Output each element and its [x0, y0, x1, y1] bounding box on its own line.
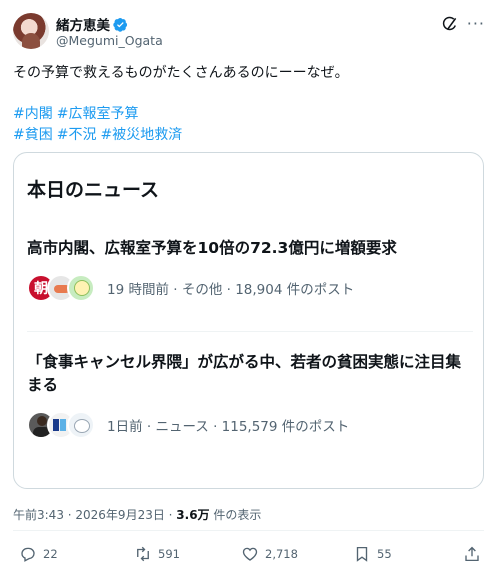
repost-count: 591 — [158, 547, 180, 561]
tweet-timestamp: 午前3:43 · 2026年9月23日 · 3.6万 件の表示 — [13, 506, 261, 523]
grok-icon[interactable] — [441, 15, 459, 33]
hashtag-link[interactable]: #被災地救済 — [100, 127, 182, 143]
hashtag-link[interactable]: #内閣 — [13, 106, 53, 122]
reply-button[interactable]: 22 — [19, 545, 58, 563]
hashtag-link[interactable]: #貧困 — [13, 127, 53, 143]
author-handle[interactable]: @Megumi_Ogata — [56, 33, 163, 48]
news-card-title: 本日のニュース — [27, 179, 160, 201]
share-button[interactable] — [463, 545, 481, 563]
like-button[interactable]: 2,718 — [241, 545, 298, 563]
like-count: 2,718 — [265, 547, 298, 561]
news-divider — [27, 331, 473, 332]
news-item[interactable]: 高市内閣、広報室予算を10倍の72.3億円に増額要求 朝 19 時間前 · その… — [27, 237, 473, 302]
source-avatar — [67, 411, 95, 439]
hashtag-list: #内閣 #広報室予算 #貧困 #不況 #被災地救済 — [13, 104, 483, 146]
repost-button[interactable]: 591 — [134, 545, 180, 563]
news-meta: 1日前 · ニュース · 115,579 件のポスト — [27, 411, 473, 439]
news-meta-text: 1日前 · ニュース · 115,579 件のポスト — [107, 419, 350, 435]
header-actions: ··· — [441, 15, 485, 33]
tweet-actions: 22 591 2,718 55 — [13, 545, 484, 565]
more-options-icon[interactable]: ··· — [467, 15, 485, 33]
verified-badge-icon — [113, 17, 128, 32]
reply-icon — [21, 547, 35, 562]
view-count: 3.6万 — [176, 508, 210, 522]
news-item[interactable]: 「食事キャンセル界隈」が広がる中、若者の貧困実態に注目集まる 1日前 · ニュー… — [27, 351, 473, 439]
author-name-row: 緒方恵美 — [56, 14, 128, 34]
bookmark-count: 55 — [377, 547, 392, 561]
news-headline[interactable]: 「食事キャンセル界隈」が広がる中、若者の貧困実態に注目集まる — [27, 351, 473, 397]
share-icon — [465, 546, 479, 562]
author-name[interactable]: 緒方恵美 — [56, 14, 110, 34]
heart-icon — [242, 547, 258, 561]
news-card: 本日のニュース 高市内閣、広報室予算を10倍の72.3億円に増額要求 朝 19 … — [13, 152, 484, 489]
bookmark-button[interactable]: 55 — [353, 545, 392, 563]
source-avatar-label: 朝 — [34, 281, 48, 297]
source-avatars — [27, 411, 95, 439]
tweet-text: その予算で救えるものがたくさんあるのにーーなぜ。 — [13, 65, 349, 81]
news-meta-text: 19 時間前 · その他 · 18,904 件のポスト — [107, 282, 355, 298]
hashtag-link[interactable]: #不況 — [57, 127, 97, 143]
hashtag-link[interactable]: #広報室予算 — [57, 106, 139, 122]
view-count-label: 件の表示 — [209, 508, 262, 522]
repost-icon — [137, 546, 149, 562]
timestamp-time[interactable]: 午前3:43 · 2026年9月23日 · — [13, 508, 176, 522]
author-avatar[interactable] — [13, 13, 49, 49]
source-avatar — [67, 274, 95, 302]
bookmark-icon — [356, 546, 368, 562]
tweet-header: 緒方恵美 @Megumi_Ogata ··· — [13, 13, 485, 49]
news-meta: 朝 19 時間前 · その他 · 18,904 件のポスト — [27, 274, 473, 302]
actions-divider — [13, 530, 484, 531]
reply-count: 22 — [43, 547, 58, 561]
news-headline[interactable]: 高市内閣、広報室予算を10倍の72.3億円に増額要求 — [27, 237, 473, 260]
source-avatars: 朝 — [27, 274, 95, 302]
